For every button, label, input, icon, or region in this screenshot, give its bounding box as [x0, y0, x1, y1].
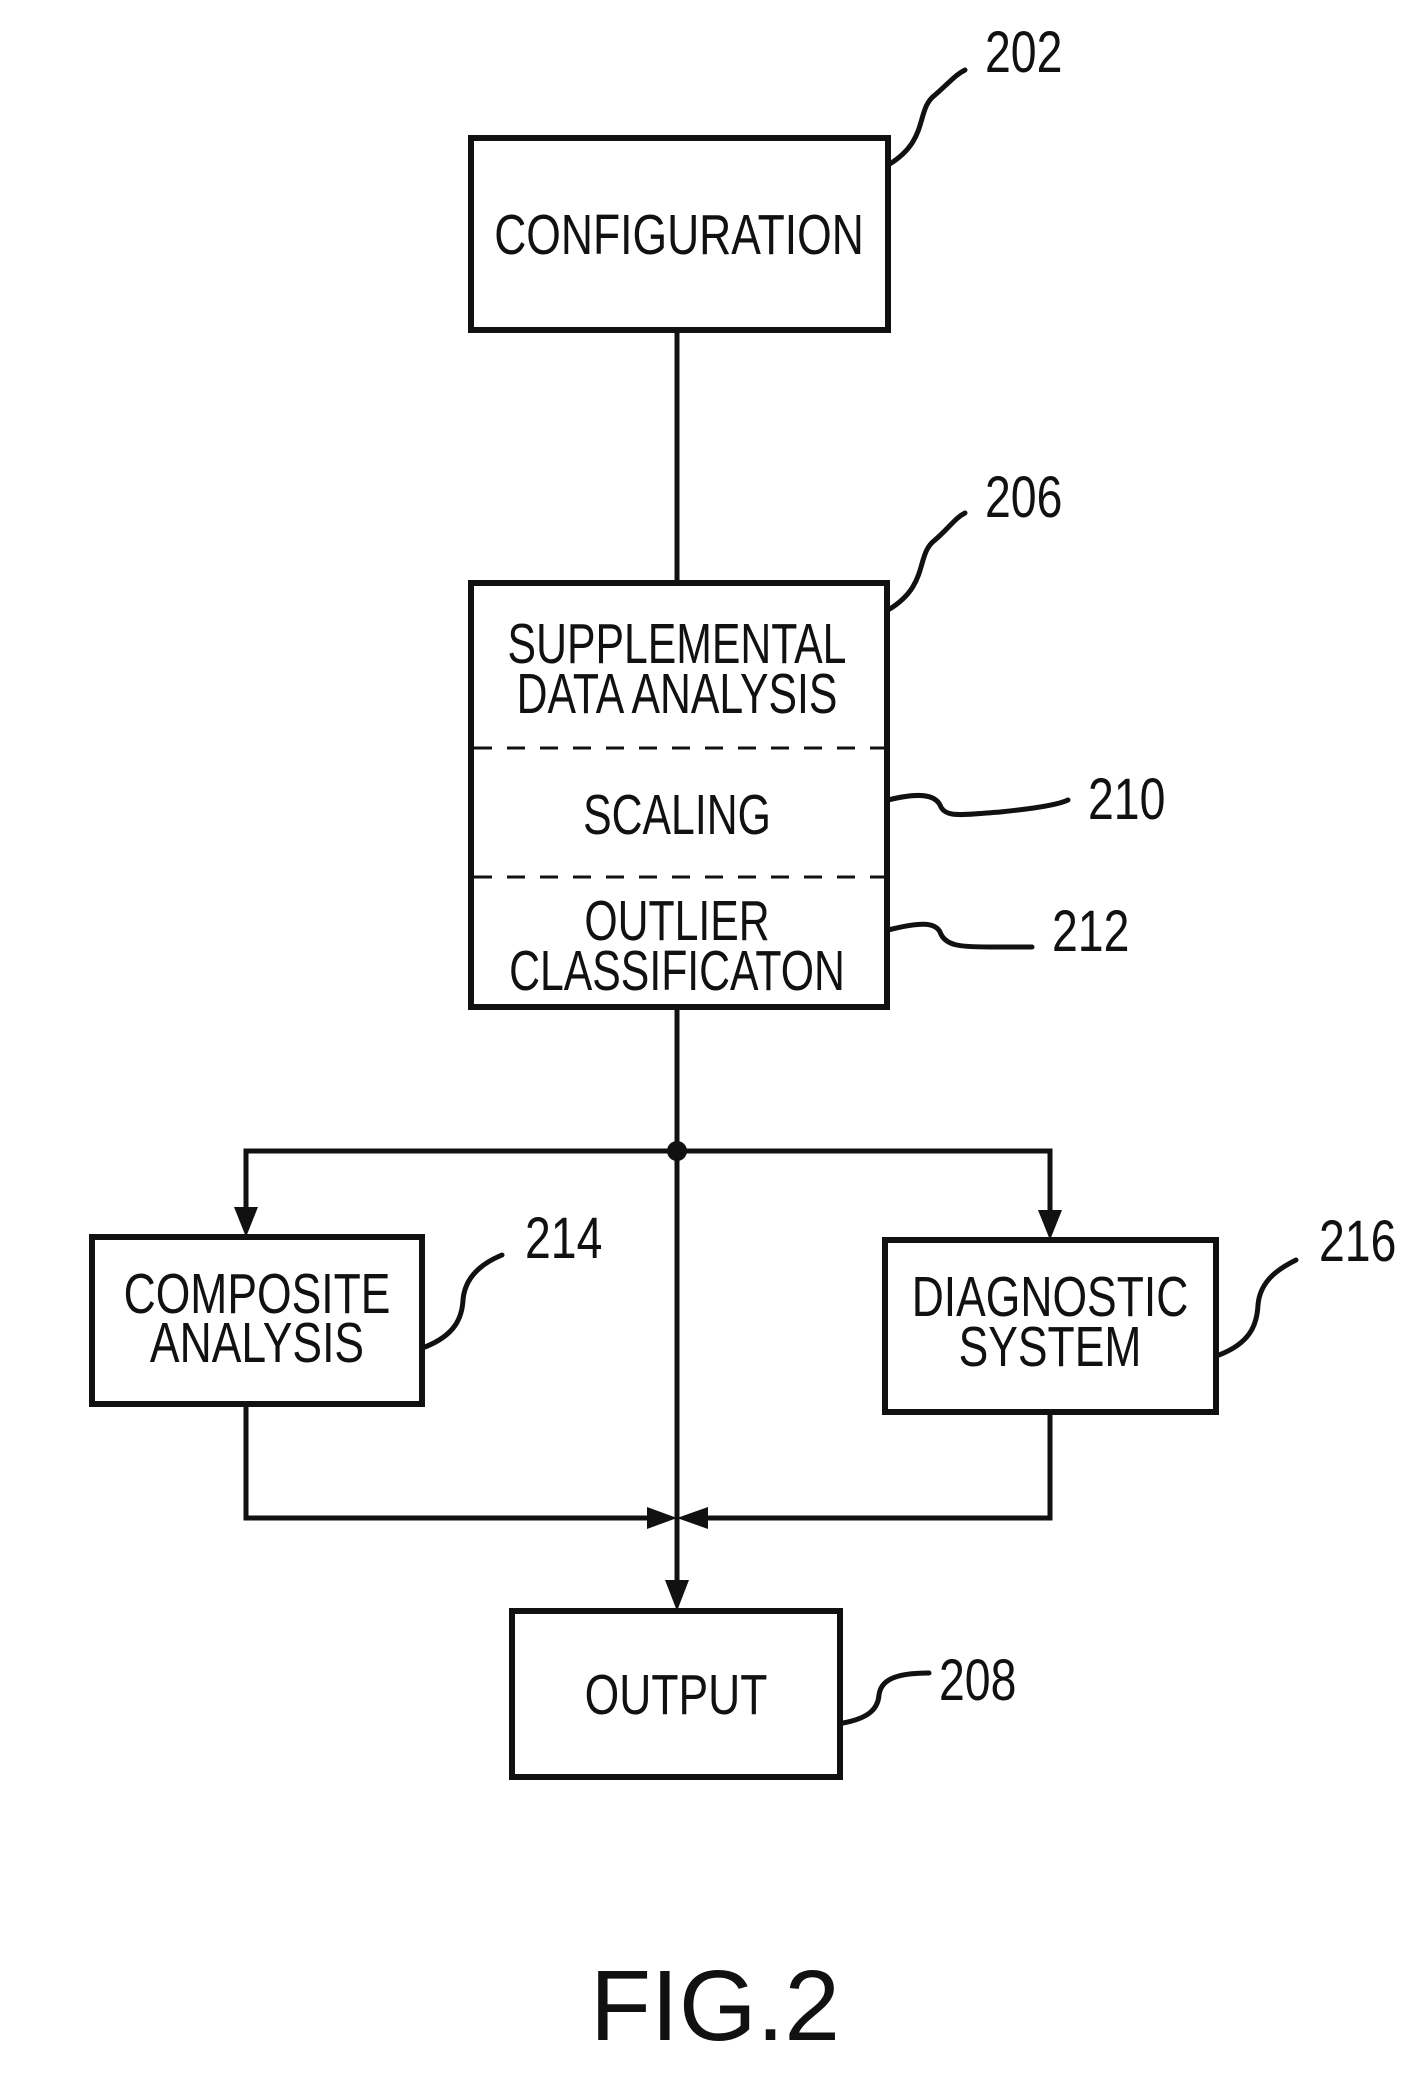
output-label: OUTPUT	[585, 1663, 768, 1727]
ref-label-208: 208	[939, 1648, 1016, 1713]
output-node: OUTPUT	[509, 1608, 843, 1780]
ref-leader-210	[885, 792, 1071, 818]
flow-diagram: CONFIGURATION 202 SUPPLEMENTAL DATA ANAL…	[89, 20, 1396, 2062]
supplemental-node: SUPPLEMENTAL DATA ANALYSIS SCALING OUTLI…	[468, 580, 890, 1010]
composite-node: COMPOSITE ANALYSIS	[89, 1234, 425, 1407]
ref-leader-202	[885, 67, 968, 168]
edge-composite-output	[243, 1404, 650, 1521]
diagnostic-label-line2: SYSTEM	[959, 1315, 1142, 1379]
ref-label-206: 206	[985, 465, 1062, 530]
edge-diagnostic-output	[704, 1412, 1053, 1521]
ref-leader-214	[422, 1252, 505, 1350]
arrow-into-diagnostic	[1038, 1210, 1062, 1240]
ref-label-216: 216	[1319, 1209, 1396, 1274]
ref-label-212: 212	[1052, 899, 1129, 964]
composite-label-line2: ANALYSIS	[150, 1311, 364, 1375]
configuration-node: CONFIGURATION	[468, 135, 891, 333]
diagnostic-node: DIAGNOSTIC SYSTEM	[882, 1237, 1219, 1415]
ref-leader-212	[885, 921, 1035, 950]
ref-leader-206	[885, 510, 968, 613]
ref-label-210: 210	[1088, 767, 1165, 832]
edge-supplemental-diagnostic	[677, 1148, 1053, 1213]
arrow-from-diagnostic	[677, 1507, 708, 1529]
ref-leader-216	[1216, 1257, 1299, 1358]
arrow-from-composite	[647, 1507, 677, 1529]
outlier-label-line2: CLASSIFICATON	[509, 938, 845, 1002]
arrow-into-composite	[234, 1207, 258, 1237]
ref-label-214: 214	[525, 1206, 602, 1271]
configuration-label: CONFIGURATION	[494, 203, 864, 267]
edge-supplemental-composite	[243, 1148, 677, 1210]
arrow-into-output	[665, 1580, 689, 1611]
supplemental-label-line2: DATA ANALYSIS	[517, 661, 838, 725]
figure-caption: FIG.2	[590, 1950, 840, 2062]
ref-leader-208	[840, 1670, 932, 1726]
scaling-label: SCALING	[583, 782, 771, 846]
ref-label-202: 202	[985, 20, 1062, 85]
